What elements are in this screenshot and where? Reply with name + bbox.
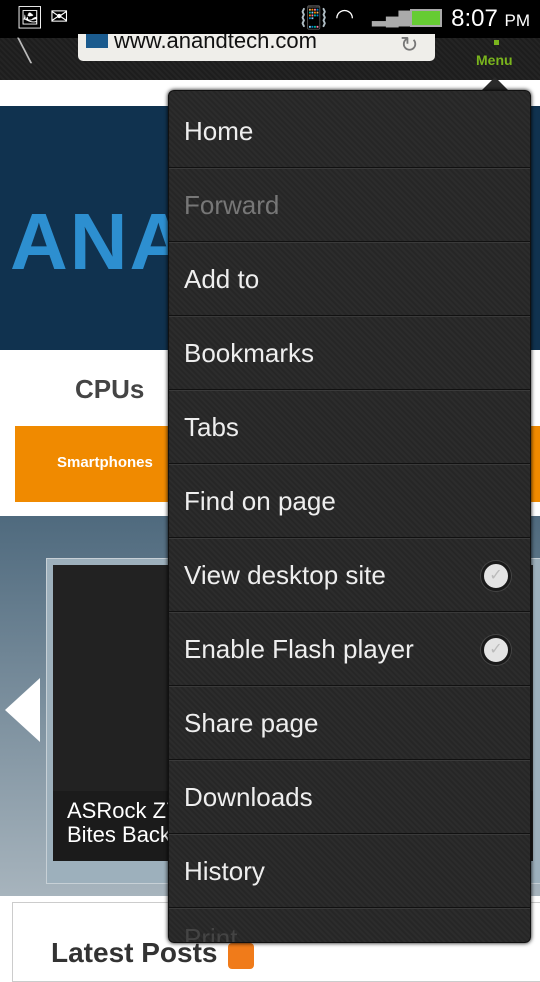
menu-item-label: View desktop site (184, 560, 386, 590)
checkbox-desktop-site[interactable]: ✓ (481, 561, 511, 591)
prev-arrow-icon[interactable] (5, 678, 40, 742)
menu-item-find-on-page[interactable]: Find on page (169, 464, 530, 538)
site-logo: ANA (10, 197, 190, 286)
menu-item-history[interactable]: History (169, 834, 530, 908)
menu-item-view-desktop-site[interactable]: View desktop site ✓ (169, 538, 530, 612)
clock-ampm: PM (504, 11, 531, 30)
checkbox-flash[interactable]: ✓ (481, 635, 511, 665)
menu-item-label: Add to (184, 264, 260, 294)
back-icon[interactable]: ╲ (18, 38, 31, 64)
menu-item-label: Downloads (184, 782, 313, 812)
menu-item-label: Home (184, 116, 254, 146)
menu-item-label: Share page (184, 708, 319, 738)
menu-item-tabs[interactable]: Tabs (169, 390, 530, 464)
menu-item-share-page[interactable]: Share page (169, 686, 530, 760)
menu-item-forward: Forward (169, 168, 530, 242)
vibrate-icon: 📳 (300, 5, 328, 30)
menu-item-add-to[interactable]: Add to (169, 242, 530, 316)
status-bar: 🖼 ✉ 📳 ◠ ▂▄▆ 8:07 PM (0, 0, 540, 38)
menu-item-label: Bookmarks (184, 338, 315, 368)
battery-icon (410, 9, 442, 27)
gmail-icon: ✉ (50, 4, 69, 29)
menu-item-label: Print (184, 923, 238, 943)
url-bar[interactable]: www.anandtech.com (78, 34, 435, 61)
menu-item-enable-flash[interactable]: Enable Flash player ✓ (169, 612, 530, 686)
wifi-icon: ◠ (335, 4, 355, 29)
favicon (86, 34, 108, 48)
menu-item-print[interactable]: Print (169, 908, 530, 943)
menu-pointer (481, 77, 509, 91)
rss-icon[interactable] (228, 943, 254, 969)
signal-icon: ▂▄▆ (372, 6, 413, 26)
menu-item-home[interactable]: Home (169, 91, 530, 168)
menu-item-label: Enable Flash player (184, 634, 414, 664)
menu-button[interactable]: Menu (476, 52, 513, 68)
menu-indicator-icon (494, 40, 499, 45)
menu-item-label: History (184, 856, 265, 886)
nav-cpus[interactable]: CPUs (75, 374, 144, 405)
gallery-icon: 🖼 (16, 5, 44, 30)
menu-item-bookmarks[interactable]: Bookmarks (169, 316, 530, 390)
menu-item-label: Find on page (184, 486, 336, 516)
nav-tab-label: Smartphones (57, 454, 153, 471)
browser-menu: Home Forward Add to Bookmarks Tabs Find … (168, 90, 531, 943)
clock-time: 8:07 (451, 5, 498, 32)
refresh-icon[interactable]: ↻ (400, 32, 418, 58)
url-text: www.anandtech.com (114, 34, 317, 53)
clock: 8:07 PM (451, 5, 530, 33)
menu-item-label: Forward (184, 190, 280, 220)
browser-toolbar: ╲ www.anandtech.com ↻ Menu (0, 32, 540, 80)
menu-item-label: Tabs (184, 412, 239, 442)
menu-item-downloads[interactable]: Downloads (169, 760, 530, 834)
